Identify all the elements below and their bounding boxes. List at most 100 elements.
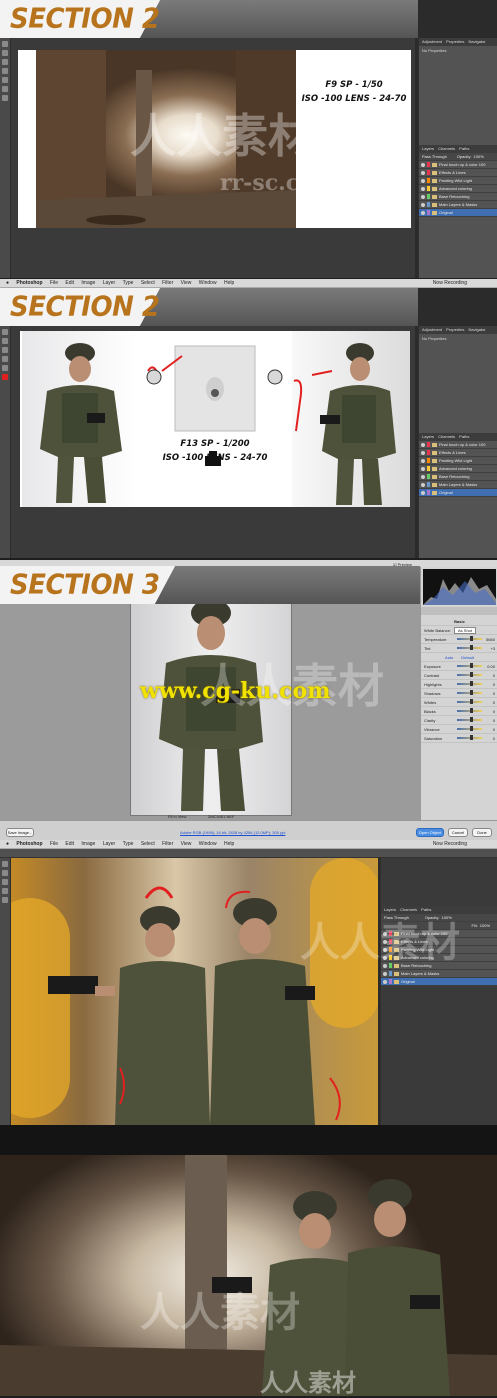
layer-row[interactable]: Main Layers & Masks	[419, 201, 497, 209]
menu-window[interactable]: Window	[199, 841, 217, 847]
white-balance-row[interactable]: White Balance: As Shot	[421, 626, 497, 635]
highlights-slider[interactable]	[457, 681, 482, 686]
tab-properties[interactable]: Properties	[446, 327, 464, 332]
eye-icon[interactable]	[421, 194, 425, 199]
slider-shadows[interactable]: Shadows 0	[421, 689, 497, 698]
layer-row[interactable]: Advanced coloring	[419, 465, 497, 473]
slider-blacks[interactable]: Blacks 0	[421, 707, 497, 716]
type-tool-icon[interactable]	[2, 86, 8, 92]
layer-row[interactable]: Painting Wild Light	[419, 177, 497, 185]
exposure-slider[interactable]	[457, 663, 482, 668]
menu-app[interactable]: Photoshop	[16, 841, 42, 847]
auto-default-row[interactable]: Auto Default	[421, 653, 497, 662]
foreground-color-swatch[interactable]	[2, 374, 8, 380]
workflow-info-link[interactable]: Adobe RGB (1998); 16 bit; 2828 by 4256 (…	[180, 830, 285, 835]
eye-icon[interactable]	[421, 162, 425, 167]
marquee-tool-icon[interactable]	[2, 870, 8, 876]
zoom-tool-icon[interactable]	[2, 95, 8, 101]
opacity-value[interactable]: 100%	[474, 153, 484, 160]
menu-help[interactable]: Help	[224, 841, 234, 847]
temperature-slider[interactable]	[457, 636, 482, 641]
brush-tool-icon[interactable]	[2, 68, 8, 74]
fill-value[interactable]: 100%	[480, 922, 490, 929]
brush-tool-icon[interactable]	[2, 356, 8, 362]
apple-icon[interactable]: ●	[6, 280, 9, 286]
blend-mode-select[interactable]: Pass Through	[422, 153, 447, 160]
blacks-slider[interactable]	[457, 708, 482, 713]
properties-tabs[interactable]: Adjustment Properties Navigator	[419, 38, 497, 46]
menu-view[interactable]: View	[181, 280, 192, 286]
tab-paths[interactable]: Paths	[459, 434, 469, 439]
open-object-button[interactable]: Open Object	[416, 828, 444, 837]
layer-row[interactable]: Effects & Lines	[419, 169, 497, 177]
slider-highlights[interactable]: Highlights 0	[421, 680, 497, 689]
slider-whites[interactable]: Whites 0	[421, 698, 497, 707]
layer-row[interactable]: Final touch up & color 100	[419, 441, 497, 449]
eye-icon[interactable]	[421, 210, 425, 215]
layer-row[interactable]: Base Retouching	[419, 193, 497, 201]
layer-row[interactable]: Advanced coloring	[419, 185, 497, 193]
eye-icon[interactable]	[421, 466, 425, 471]
layers-tabs[interactable]: Layers Channels Paths	[419, 433, 497, 441]
contrast-slider[interactable]	[457, 672, 482, 677]
zoom-level[interactable]: Fit in View	[168, 814, 186, 819]
lasso-tool-icon[interactable]	[2, 59, 8, 65]
white-balance-select[interactable]: As Shot	[454, 626, 477, 634]
eye-icon[interactable]	[421, 490, 425, 495]
layers-tabs[interactable]: Layers Channels Paths	[419, 145, 497, 153]
layer-row[interactable]: Effects & Lines	[419, 449, 497, 457]
tab-layers[interactable]: Layers	[422, 434, 434, 439]
slider-contrast[interactable]: Contrast 0	[421, 671, 497, 680]
menu-app[interactable]: Photoshop	[16, 280, 42, 286]
eye-icon[interactable]	[421, 178, 425, 183]
eraser-tool-icon[interactable]	[2, 365, 8, 371]
menu-file[interactable]: File	[50, 280, 58, 286]
layer-row-selected[interactable]: Original	[419, 489, 497, 497]
menu-bar[interactable]: ● Photoshop File Edit Image Layer Type S…	[0, 840, 497, 849]
layer-row[interactable]: Main Layers & Masks	[381, 970, 497, 978]
tab-adjustment[interactable]: Adjustment	[422, 39, 442, 44]
menu-type[interactable]: Type	[123, 280, 134, 286]
eye-icon[interactable]	[421, 186, 425, 191]
eye-icon[interactable]	[421, 474, 425, 479]
eye-icon[interactable]	[421, 482, 425, 487]
saturation-slider[interactable]	[457, 735, 482, 740]
menu-help[interactable]: Help	[224, 280, 234, 286]
layer-row[interactable]: Main Layers & Masks	[419, 481, 497, 489]
menu-select[interactable]: Select	[141, 841, 155, 847]
apple-icon[interactable]: ●	[6, 841, 9, 847]
tab-navigator[interactable]: Navigator	[469, 39, 486, 44]
menu-file[interactable]: File	[50, 841, 58, 847]
lasso-tool-icon[interactable]	[2, 879, 8, 885]
menu-view[interactable]: View	[181, 841, 192, 847]
menu-image[interactable]: Image	[81, 841, 95, 847]
menu-select[interactable]: Select	[141, 280, 155, 286]
save-image-button[interactable]: Save Image...	[6, 828, 34, 837]
move-tool-icon[interactable]	[2, 329, 8, 335]
tab-channels[interactable]: Channels	[438, 434, 455, 439]
menu-edit[interactable]: Edit	[65, 280, 74, 286]
eye-icon[interactable]	[421, 450, 425, 455]
eraser-tool-icon[interactable]	[2, 77, 8, 83]
auto-link[interactable]: Auto	[445, 655, 453, 660]
move-tool-icon[interactable]	[2, 861, 8, 867]
layer-row[interactable]: Final touch up & color 100	[419, 161, 497, 169]
eye-icon[interactable]	[383, 971, 387, 976]
menu-edit[interactable]: Edit	[65, 841, 74, 847]
options-bar[interactable]	[0, 849, 497, 858]
eye-icon[interactable]	[421, 458, 425, 463]
tools-panel[interactable]	[0, 326, 11, 558]
eraser-tool-icon[interactable]	[2, 897, 8, 903]
menu-window[interactable]: Window	[199, 280, 217, 286]
slider-saturation[interactable]: Saturation 0	[421, 734, 497, 743]
slider-temperature[interactable]: Temperature 5650	[421, 635, 497, 644]
properties-tabs[interactable]: Adjustment Properties Navigator	[419, 326, 497, 334]
eye-icon[interactable]	[421, 170, 425, 175]
done-button[interactable]: Done	[472, 828, 492, 837]
brush-tool-icon[interactable]	[2, 888, 8, 894]
menu-filter[interactable]: Filter	[162, 280, 173, 286]
layer-row-selected[interactable]: Original	[381, 978, 497, 986]
default-link[interactable]: Default	[461, 655, 474, 660]
lasso-tool-icon[interactable]	[2, 347, 8, 353]
marquee-tool-icon[interactable]	[2, 50, 8, 56]
